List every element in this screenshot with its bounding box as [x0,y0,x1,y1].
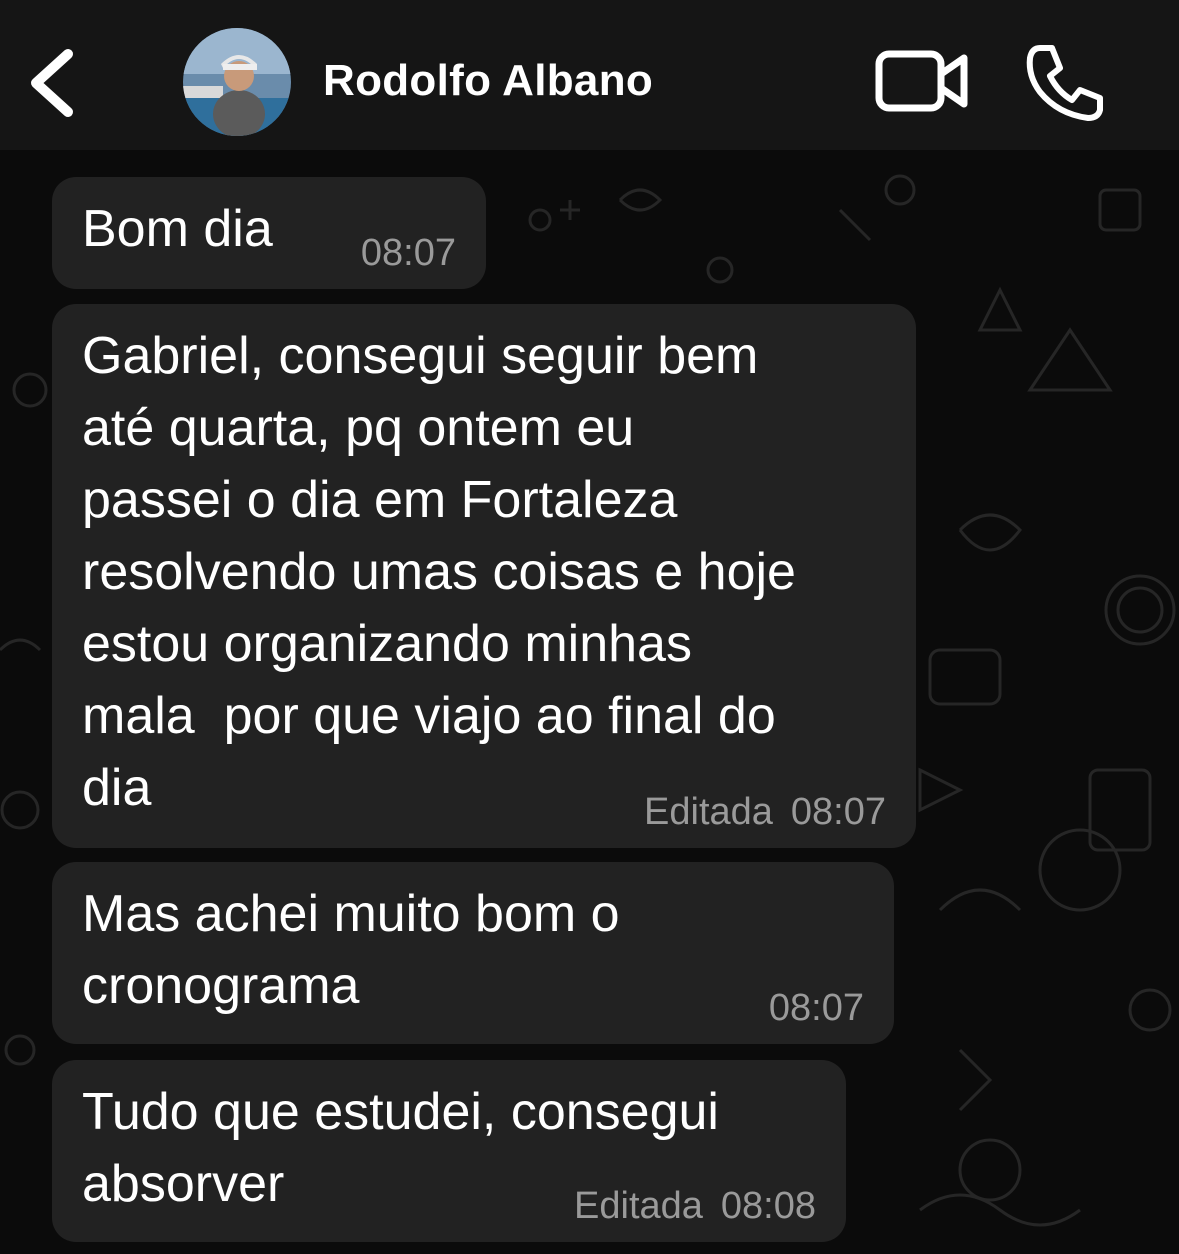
message-time: 08:07 [790,791,886,833]
message-time: 08:07 [768,987,864,1029]
message-bubble[interactable]: Tudo que estudei, consegui absorver Edit… [52,1060,846,1242]
back-button[interactable] [22,40,92,126]
message-time: 08:08 [720,1185,816,1227]
message-bubble[interactable]: Bom dia 08:07 [52,177,486,289]
voice-call-button[interactable] [1022,40,1108,122]
message-time: 08:07 [360,232,456,274]
contact-name[interactable]: Rodolfo Albano [323,56,653,106]
video-call-button[interactable] [874,48,970,114]
message-text: Gabriel, consegui seguir bem até quarta,… [82,327,796,817]
message-bubble[interactable]: Gabriel, consegui seguir bem até quarta,… [52,304,916,848]
message-meta: Editada 08:08 [574,1185,816,1228]
phone-icon [1026,45,1103,121]
contact-avatar[interactable] [183,28,291,136]
edited-label: Editada [574,1185,703,1227]
chat-background: Bom dia 08:07 Gabriel, consegui seguir b… [0,150,1179,1254]
message-text: Mas achei muito bom o cronograma [82,885,620,1015]
message-text: Bom dia [82,200,273,258]
message-meta: Editada 08:07 [644,791,886,834]
message-meta: 08:07 [769,987,864,1030]
chevron-left-icon [31,49,73,117]
video-camera-icon [875,50,968,112]
message-bubble[interactable]: Mas achei muito bom o cronograma 08:07 [52,862,894,1044]
avatar-photo [183,28,291,136]
message-meta: 08:07 [361,232,456,275]
chat-header: Rodolfo Albano [0,0,1179,150]
edited-label: Editada [644,791,773,833]
